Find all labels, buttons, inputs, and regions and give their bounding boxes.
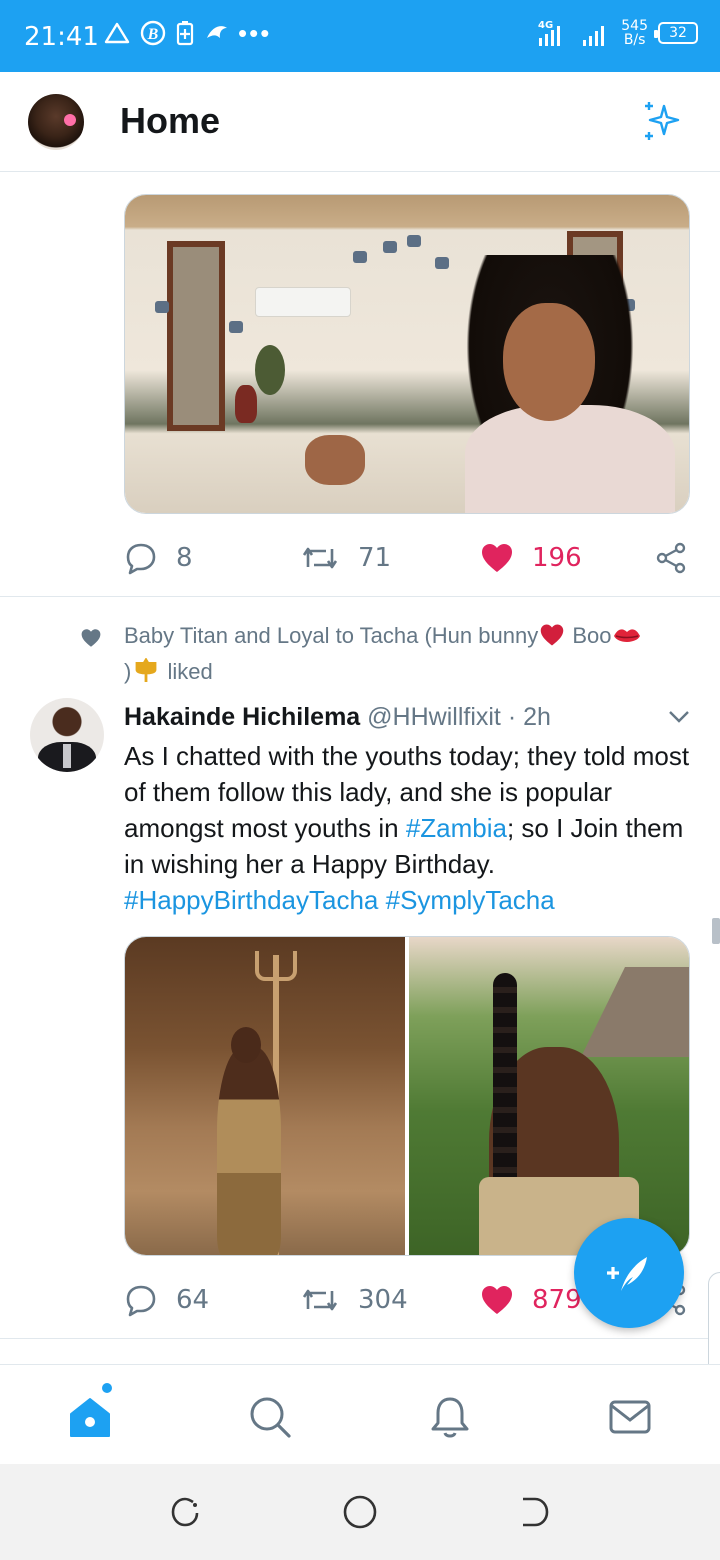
like-button[interactable]: 879 — [480, 1280, 582, 1320]
b-circle-icon: B — [140, 20, 166, 46]
net-speed-unit: B/s — [623, 32, 646, 48]
home-icon — [70, 1398, 110, 1437]
tweet-text: As I chatted with the youths today; they… — [124, 738, 699, 918]
sparkle-icon[interactable] — [640, 98, 686, 144]
reply-count: 8 — [176, 543, 193, 573]
retweet-button[interactable]: 304 — [300, 1280, 408, 1320]
profile-avatar[interactable] — [28, 94, 84, 150]
net-speed: 545 B/s — [621, 19, 648, 47]
warning-triangle-icon — [104, 22, 130, 44]
status-right: 4G 545 B/s 32 — [537, 18, 698, 48]
circle-home-icon — [343, 1495, 377, 1529]
status-notification-icons: B — [104, 20, 230, 46]
nav-messages[interactable] — [606, 1393, 654, 1441]
like-count: 196 — [532, 543, 582, 573]
compose-tweet-button[interactable] — [574, 1218, 684, 1328]
retweet-count: 71 — [358, 543, 392, 573]
like-count: 879 — [532, 1285, 582, 1315]
retweet-count: 304 — [358, 1285, 408, 1315]
tweet-media-gallery — [124, 936, 690, 1256]
nav-home[interactable] — [66, 1393, 114, 1441]
hashtag-link[interactable]: #Zambia — [406, 813, 507, 843]
share-icon — [656, 542, 686, 574]
app-header: Home — [0, 72, 720, 172]
timeline[interactable]: 8 71 196 Baby Titan and Loyal to Tacha (… — [0, 172, 720, 1364]
tweet-photo-right[interactable] — [409, 937, 689, 1255]
tweet-actions: 8 71 196 — [124, 538, 690, 578]
nav-notifications[interactable] — [426, 1393, 474, 1441]
hashtag-link[interactable]: #HappyBirthdayTacha — [124, 885, 378, 915]
battery-indicator: 32 — [654, 22, 698, 44]
edge-panel-handle[interactable] — [708, 1272, 720, 1364]
system-navigation-bar — [0, 1464, 720, 1560]
hashtag-link[interactable]: #SymplyTacha — [386, 885, 555, 915]
heart-filled-icon — [482, 1286, 512, 1314]
retweet-icon — [302, 547, 338, 569]
social-context-line1: Baby Titan and Loyal to Tacha (Hun bunny… — [124, 618, 700, 654]
like-button[interactable]: 196 — [480, 538, 582, 578]
author-avatar[interactable] — [30, 698, 104, 772]
tweet-divider — [0, 596, 720, 597]
bottom-nav — [0, 1364, 720, 1464]
kiss-lips-emoji-icon — [613, 629, 640, 642]
trident-emoji-icon — [135, 657, 157, 682]
battery-plus-icon — [176, 21, 194, 46]
social-context-paren: ) — [124, 659, 132, 684]
heart-filled-icon — [482, 544, 512, 572]
tweet-photo — [125, 195, 689, 513]
tweet-author-row: Hakainde Hichilema @HHwillfixit · 2h — [124, 700, 694, 734]
recent-apps-button[interactable] — [166, 1492, 206, 1532]
heart-small-icon — [81, 629, 101, 647]
tweet-photo-left[interactable] — [125, 937, 405, 1255]
social-context-names: Baby Titan and Loyal to Tacha (Hun bunny — [124, 623, 539, 648]
retweet-icon — [302, 1289, 338, 1311]
home-system-button[interactable] — [340, 1492, 380, 1532]
notification-dot — [102, 1383, 112, 1393]
reply-button[interactable]: 64 — [124, 1280, 209, 1320]
reply-button[interactable]: 8 — [124, 538, 193, 578]
tweet-media-image[interactable] — [124, 194, 690, 514]
battery-level: 32 — [669, 25, 687, 41]
signal-icon — [583, 26, 605, 46]
feather-plus-icon — [607, 1257, 647, 1291]
reply-count: 64 — [176, 1285, 210, 1315]
back-icon — [523, 1497, 549, 1527]
author-handle[interactable]: @HHwillfixit — [367, 703, 501, 731]
red-heart-emoji-icon — [540, 624, 564, 646]
author-separator: · — [507, 703, 517, 731]
scrollbar-thumb[interactable] — [712, 918, 720, 944]
page-title: Home — [120, 100, 221, 141]
tweet-time: 2h — [523, 703, 551, 731]
svg-text:4G: 4G — [538, 20, 553, 31]
back-system-button[interactable] — [514, 1492, 554, 1532]
more-notifications-icon: ••• — [238, 18, 272, 48]
svg-text:B: B — [147, 26, 159, 43]
recent-apps-icon — [171, 1497, 199, 1527]
social-context-boo: Boo — [572, 623, 612, 648]
nav-search[interactable] — [246, 1393, 294, 1441]
social-context-line2: ) liked — [124, 654, 700, 690]
status-time: 21:41 — [24, 22, 99, 52]
share-button[interactable] — [654, 538, 688, 578]
mail-icon — [609, 1400, 651, 1434]
reply-icon — [126, 1285, 156, 1317]
bird-app-icon — [207, 26, 227, 38]
bell-icon — [431, 1397, 469, 1438]
reply-icon — [126, 543, 156, 575]
author-name[interactable]: Hakainde Hichilema — [124, 703, 360, 731]
social-context-liked: liked — [167, 659, 213, 684]
retweet-button[interactable]: 71 — [300, 538, 391, 578]
tweet-divider — [0, 1338, 720, 1339]
status-bar: 21:41 B ••• 4G 545 B/s 32 — [0, 0, 720, 72]
signal-4g-icon: 4G — [538, 20, 561, 46]
net-speed-value: 545 — [621, 18, 648, 34]
chevron-down-icon[interactable] — [668, 710, 690, 724]
search-icon — [250, 1397, 291, 1438]
